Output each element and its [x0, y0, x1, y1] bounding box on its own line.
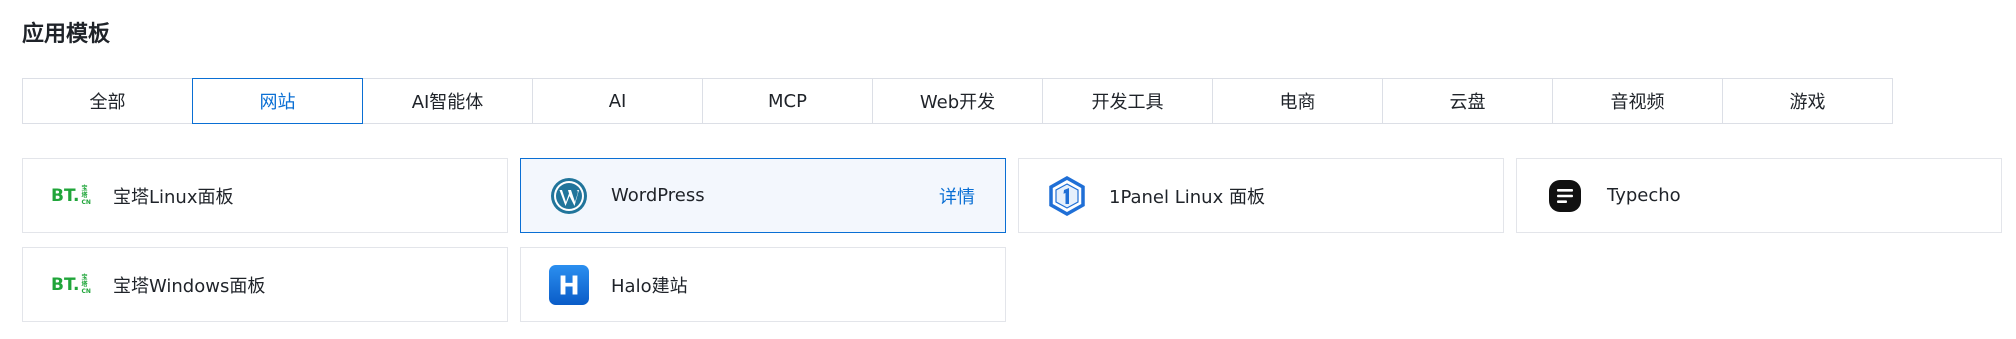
bt-logo-small-bottom: CN [81, 199, 91, 206]
template-card-bt-linux[interactable]: BT. 宝塔 CN 宝塔Linux面板 [22, 158, 508, 233]
bt-panel-icon: BT. 宝塔 CN [51, 265, 91, 305]
bt-logo-small-top: 宝塔 [81, 185, 88, 199]
tab-dev-tools[interactable]: 开发工具 [1042, 78, 1213, 124]
bt-logo-small-bottom: CN [81, 288, 91, 295]
tab-games[interactable]: 游戏 [1722, 78, 1893, 124]
template-name: Halo建站 [611, 275, 688, 297]
tab-ai-agent[interactable]: AI智能体 [362, 78, 533, 124]
bt-panel-icon: BT. 宝塔 CN [51, 176, 91, 216]
template-name: WordPress [611, 185, 705, 206]
template-card-bt-windows[interactable]: BT. 宝塔 CN 宝塔Windows面板 [22, 247, 508, 322]
section-title: 应用模板 [22, 22, 111, 47]
template-name: 宝塔Linux面板 [113, 186, 234, 208]
tab-mcp[interactable]: MCP [702, 78, 873, 124]
template-name: 宝塔Windows面板 [113, 275, 266, 297]
tab-audio-video[interactable]: 音视频 [1552, 78, 1723, 124]
template-card-halo[interactable]: H Halo建站 [520, 247, 1006, 322]
tab-cloud-drive[interactable]: 云盘 [1382, 78, 1553, 124]
bt-logo-text: BT. [51, 185, 80, 206]
1panel-icon [1047, 175, 1087, 216]
bt-logo-text: BT. [51, 274, 80, 295]
tab-all[interactable]: 全部 [22, 78, 193, 124]
template-card-wordpress[interactable]: WordPress 详情 [520, 158, 1006, 233]
halo-logo-letter: H [558, 271, 580, 301]
tab-web-dev[interactable]: Web开发 [872, 78, 1043, 124]
bt-logo-small-top: 宝塔 [81, 274, 88, 288]
tab-ai[interactable]: AI [532, 78, 703, 124]
tab-website[interactable]: 网站 [192, 78, 363, 124]
template-name: 1Panel Linux 面板 [1109, 186, 1265, 208]
template-card-typecho[interactable]: Typecho [1516, 158, 2002, 233]
template-grid: BT. 宝塔 CN 宝塔Linux面板 WordPress 详情 1Panel … [22, 158, 2002, 322]
template-card-1panel[interactable]: 1Panel Linux 面板 [1018, 158, 1504, 233]
tab-ecommerce[interactable]: 电商 [1212, 78, 1383, 124]
wordpress-icon [549, 176, 589, 216]
halo-icon: H [549, 264, 589, 305]
template-name: Typecho [1607, 185, 1681, 206]
category-tabs: 全部 网站 AI智能体 AI MCP Web开发 开发工具 电商 云盘 音视频 … [22, 78, 1893, 124]
typecho-icon [1545, 176, 1585, 216]
details-link[interactable]: 详情 [939, 183, 975, 209]
